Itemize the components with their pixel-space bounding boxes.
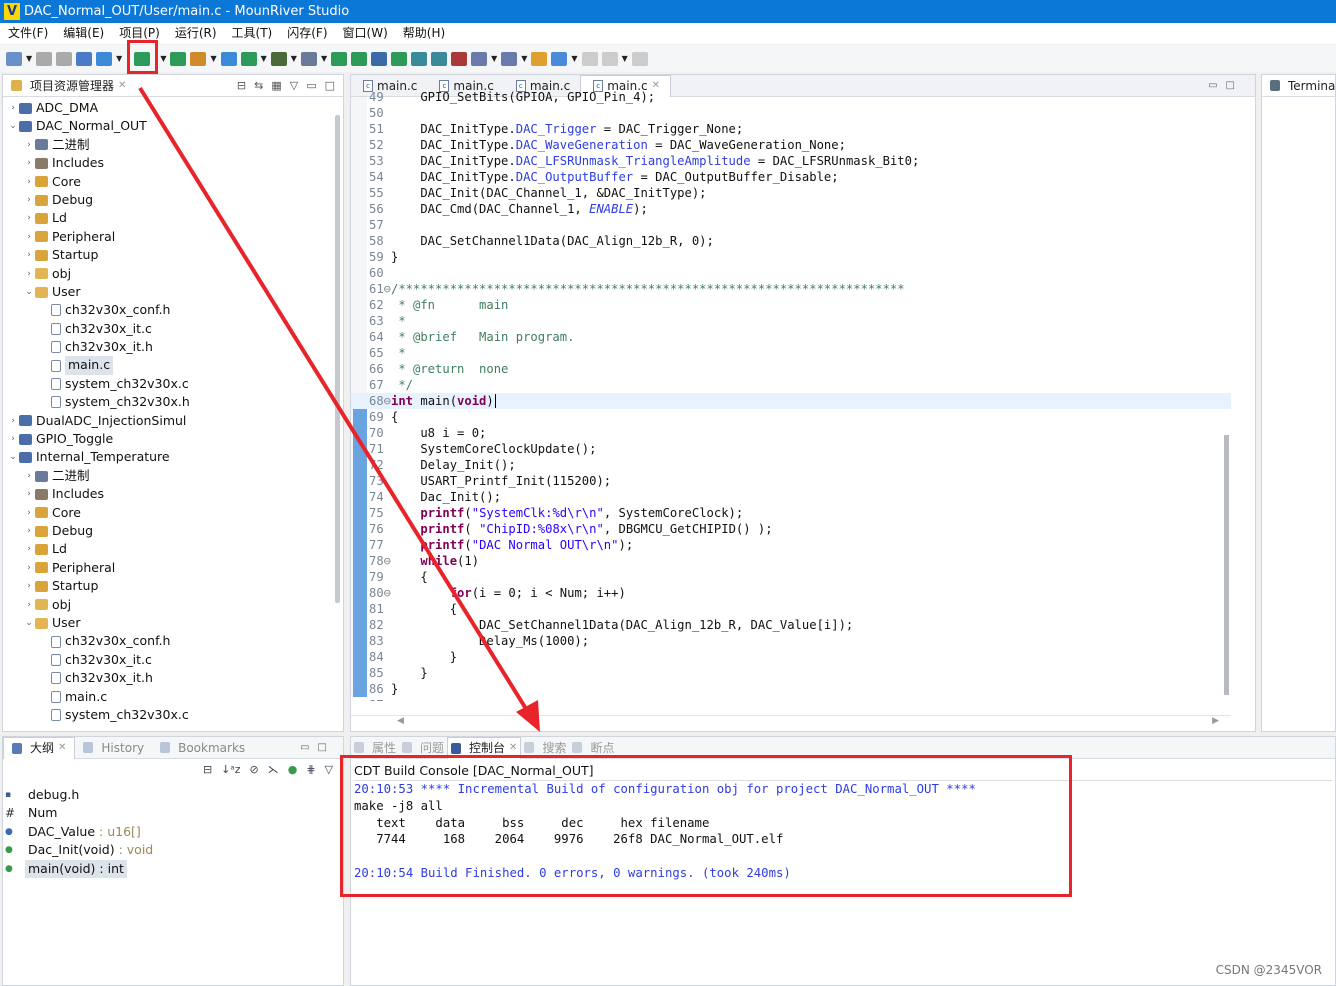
watermark: CSDN @2345VOR [1215,963,1322,977]
arrow-head [516,700,540,732]
annotation-arrow [138,86,540,732]
arrow-shaft [138,86,530,714]
